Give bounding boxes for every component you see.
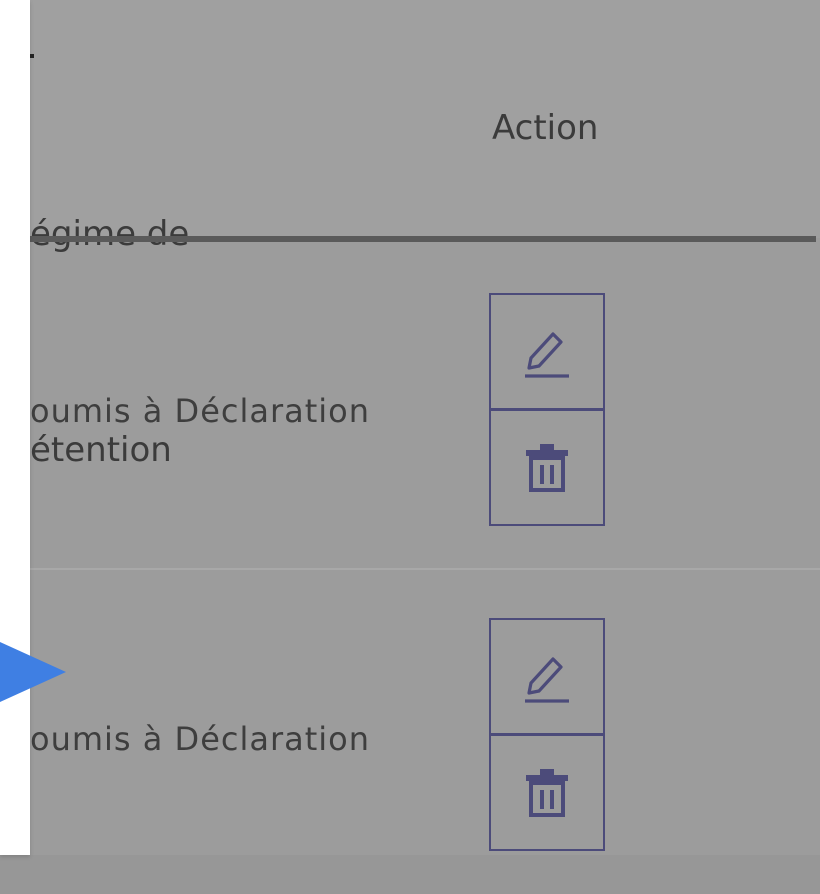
edit-button[interactable] [491, 620, 603, 736]
page: égime de étention Action oumis à Déclara… [0, 0, 820, 894]
pencil-icon [525, 331, 569, 378]
header-divider [30, 236, 816, 242]
pencil-icon [525, 656, 569, 703]
column-header-regime: égime de étention [30, 54, 189, 630]
table-row-1-regime: oumis à Déclaration [30, 392, 371, 430]
page-footer-area [0, 855, 820, 894]
trash-icon [526, 443, 568, 492]
table-row-1-actions [489, 293, 605, 526]
tour-tooltip-mark [30, 54, 34, 58]
arrow-right-icon [0, 642, 66, 702]
column-header-action: Action [492, 108, 599, 148]
trash-icon [526, 768, 568, 817]
column-header-regime-line1: égime de [30, 214, 190, 254]
delete-button[interactable] [491, 736, 603, 849]
table-row-2-regime: oumis à Déclaration [30, 720, 371, 758]
tour-tooltip-card [0, 0, 30, 855]
edit-button[interactable] [491, 295, 603, 411]
table-row-2-actions [489, 618, 605, 851]
row-divider [30, 568, 820, 570]
delete-button[interactable] [491, 411, 603, 524]
